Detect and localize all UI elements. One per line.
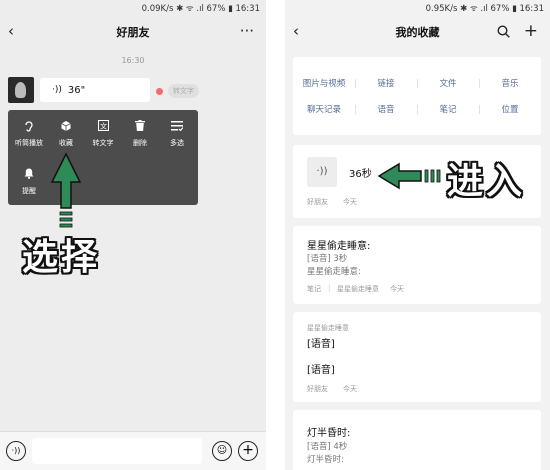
status-bar: 0.95K/s ✱ ᯤ .ıl 67% ▮ 16:31	[425, 3, 544, 14]
item-line: 灯半昏时:	[307, 455, 344, 465]
category-item[interactable]: 文件	[417, 77, 479, 89]
divider	[355, 105, 356, 114]
item-source: 星星偷走睡意	[337, 285, 379, 293]
category-item[interactable]: 聊天记录	[293, 103, 355, 115]
left-arrow-annotation	[377, 162, 441, 190]
menu-item-favorite[interactable]: 收藏	[47, 120, 85, 148]
item-tag: 笔记	[307, 285, 321, 293]
add-icon[interactable]: +	[524, 21, 538, 41]
voice-wave-icon: ·))	[307, 157, 337, 187]
plus-icon[interactable]: +	[238, 441, 258, 461]
trash-icon	[121, 120, 159, 136]
item-time: 今天	[343, 385, 357, 393]
context-menu: 听筒播放 收藏 文 转文字 删除 多选 提醒	[8, 110, 198, 205]
to-text-chip[interactable]: 转文字	[168, 84, 199, 98]
annotation-enter: 进入	[447, 161, 526, 202]
category-item[interactable]: 图片与视频	[293, 77, 355, 89]
menu-item-delete[interactable]: 删除	[121, 120, 159, 148]
voice-wave-icon: ·))	[52, 85, 62, 95]
menu-item-multi-select[interactable]: 多选	[158, 120, 196, 148]
item-line: 星星偷走睡意:	[307, 267, 361, 277]
divider	[479, 79, 480, 88]
favorite-note-item[interactable]: 星星偷走睡意: [语音] 3秒 星星偷走睡意: 笔记 | 星星偷走睡意 今天	[293, 226, 541, 304]
input-bar: ·)) ☺ +	[0, 431, 266, 470]
item-small-title: 星星偷走睡意	[307, 324, 349, 332]
svg-text:文: 文	[100, 121, 107, 130]
item-line: [语音] 3秒	[307, 254, 348, 264]
menu-item-remind[interactable]: 提醒	[10, 168, 48, 196]
message-input[interactable]	[32, 438, 202, 464]
item-line: [语音]	[307, 365, 335, 376]
bell-icon	[10, 168, 48, 184]
favorite-partial-item[interactable]: 灯半昏时: [语音] 4秒 灯半昏时:	[293, 410, 541, 470]
favorites-screen: 0.95K/s ✱ ᯤ .ıl 67% ▮ 16:31 ‹ 我的收藏 + 图片与…	[285, 0, 550, 470]
chat-screen: 0.09K/s ✱ ᯤ .ıl 67% ▮ 16:31 ‹ 好朋友 ··· 16…	[0, 0, 266, 470]
divider	[355, 79, 356, 88]
ear-icon	[10, 120, 48, 136]
favorite-chat-item[interactable]: 星星偷走睡意 [语音] [语音] 好朋友 今天	[293, 312, 541, 402]
unread-dot	[156, 88, 163, 95]
category-item[interactable]: 位置	[479, 103, 541, 115]
page-title: 好朋友	[116, 26, 150, 39]
voice-duration: 36"	[67, 84, 86, 96]
nav-bar: ‹ 我的收藏 +	[285, 16, 550, 48]
item-line: [语音]	[307, 339, 335, 350]
menu-item-earpiece[interactable]: 听筒播放	[10, 120, 48, 148]
text-icon: 文	[84, 120, 122, 136]
voice-message-bubble[interactable]: ·)) 36"	[40, 78, 150, 102]
category-item[interactable]: 音乐	[479, 77, 541, 89]
more-icon[interactable]: ···	[240, 22, 254, 40]
list-icon	[158, 120, 196, 136]
item-source: 好朋友	[307, 198, 328, 206]
category-grid: 图片与视频 链接 文件 音乐 聊天记录 语音 笔记 位置	[293, 57, 541, 135]
divider: |	[328, 284, 331, 292]
item-line: [语音] 4秒	[307, 442, 348, 452]
annotation-select: 选择	[22, 237, 101, 278]
category-item[interactable]: 链接	[355, 77, 417, 89]
search-icon[interactable]	[497, 24, 510, 42]
category-item[interactable]: 语音	[355, 103, 417, 115]
nav-bar: ‹ 好朋友 ···	[0, 16, 266, 48]
menu-item-to-text[interactable]: 文 转文字	[84, 120, 122, 148]
avatar[interactable]	[8, 77, 34, 103]
voice-input-icon[interactable]: ·))	[6, 441, 26, 461]
item-source: 好朋友	[307, 385, 328, 393]
item-title: 星星偷走睡意:	[307, 241, 371, 252]
cube-icon	[47, 120, 85, 136]
item-time: 今天	[343, 198, 357, 206]
category-item[interactable]: 笔记	[417, 103, 479, 115]
item-time: 今天	[390, 285, 404, 293]
status-bar: 0.09K/s ✱ ᯤ .ıl 67% ▮ 16:31	[141, 3, 260, 14]
divider	[417, 105, 418, 114]
voice-duration: 36秒	[349, 169, 372, 180]
item-title: 灯半昏时:	[307, 428, 351, 439]
up-arrow-annotation	[50, 152, 82, 228]
divider	[417, 79, 418, 88]
divider	[479, 105, 480, 114]
page-title: 我的收藏	[395, 26, 440, 39]
message-timestamp: 16:30	[121, 56, 145, 65]
emoji-icon[interactable]: ☺	[212, 441, 232, 461]
